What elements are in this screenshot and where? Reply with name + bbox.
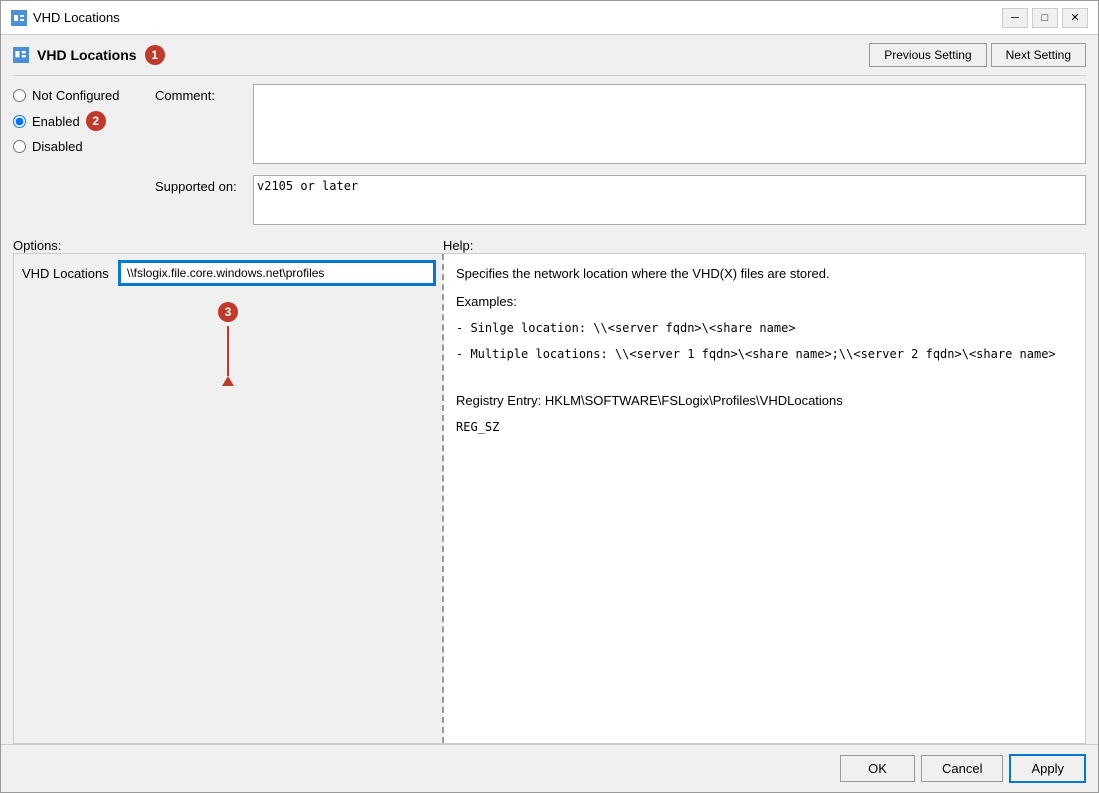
vhd-location-row: VHD Locations	[22, 262, 434, 284]
ok-button[interactable]: OK	[840, 755, 915, 782]
not-configured-radio[interactable]	[13, 89, 26, 102]
main-window: VHD Locations ─ □ ✕ VHD Locations	[0, 0, 1099, 793]
restore-button[interactable]: □	[1032, 8, 1058, 28]
annotation-container: 3	[22, 302, 434, 386]
help-description: Specifies the network location where the…	[456, 264, 1073, 284]
footer: OK Cancel Apply	[1, 744, 1098, 792]
enabled-option[interactable]: Enabled 2	[13, 111, 143, 131]
apply-button[interactable]: Apply	[1009, 754, 1086, 783]
not-configured-label: Not Configured	[32, 88, 119, 103]
panels-titles: Options: Help:	[13, 238, 1086, 253]
enabled-radio[interactable]	[13, 115, 26, 128]
help-example1: - Sinlge location: \\<server fqdn>\<shar…	[456, 319, 1073, 337]
supported-textarea	[253, 175, 1086, 225]
registry-path: HKLM\SOFTWARE\FSLogix\Profiles\VHDLocati…	[545, 393, 843, 408]
enabled-badge: 2	[86, 111, 106, 131]
help-examples-title: Examples:	[456, 292, 1073, 312]
header-title: VHD Locations	[37, 47, 137, 63]
disabled-radio[interactable]	[13, 140, 26, 153]
minimize-button[interactable]: ─	[1002, 8, 1028, 28]
main-panels: VHD Locations 3 Specifies the network lo…	[13, 253, 1086, 744]
comment-container	[253, 84, 1086, 167]
header-badge: 1	[145, 45, 165, 65]
next-setting-button[interactable]: Next Setting	[991, 43, 1086, 67]
help-registry: Registry Entry: HKLM\SOFTWARE\FSLogix\Pr…	[456, 391, 1073, 411]
help-example2: - Multiple locations: \\<server 1 fqdn>\…	[456, 345, 1073, 363]
comment-row: Comment:	[155, 84, 1086, 167]
not-configured-option[interactable]: Not Configured	[13, 88, 143, 103]
title-bar-controls: ─ □ ✕	[1002, 8, 1088, 28]
title-bar: VHD Locations ─ □ ✕	[1, 1, 1098, 35]
header-row: VHD Locations 1 Previous Setting Next Se…	[13, 43, 1086, 76]
supported-label: Supported on:	[155, 175, 245, 194]
disabled-option[interactable]: Disabled	[13, 139, 143, 154]
content-area: VHD Locations 1 Previous Setting Next Se…	[1, 35, 1098, 744]
arrow-annotation: 3	[218, 302, 238, 386]
supported-row: Supported on:	[155, 175, 1086, 228]
vhd-location-input[interactable]	[120, 262, 434, 284]
radio-group: Not Configured Enabled 2 Disabled	[13, 84, 143, 228]
help-panel: Specifies the network location where the…	[444, 254, 1085, 743]
comment-label: Comment:	[155, 84, 245, 103]
header-left: VHD Locations 1	[13, 45, 165, 65]
form-fields: Comment: Supported on:	[155, 84, 1086, 228]
supported-container	[253, 175, 1086, 228]
enabled-label: Enabled	[32, 114, 80, 129]
cancel-button[interactable]: Cancel	[921, 755, 1003, 782]
options-title-cell: Options:	[13, 238, 443, 253]
registry-label: Registry Entry:	[456, 393, 541, 408]
arrow-line	[227, 326, 229, 376]
vhd-location-label: VHD Locations	[22, 266, 112, 281]
header-buttons: Previous Setting Next Setting	[869, 43, 1086, 67]
title-bar-left: VHD Locations	[11, 10, 120, 26]
window-icon	[11, 10, 27, 26]
header-icon	[13, 47, 29, 63]
help-registry-type: REG_SZ	[456, 418, 1073, 436]
arrow-head	[222, 376, 234, 386]
previous-setting-button[interactable]: Previous Setting	[869, 43, 986, 67]
config-section: Not Configured Enabled 2 Disabled Commen…	[13, 84, 1086, 228]
vhd-badge: 3	[218, 302, 238, 322]
comment-textarea[interactable]	[253, 84, 1086, 164]
help-title-cell: Help:	[443, 238, 1086, 253]
window-title: VHD Locations	[33, 10, 120, 25]
disabled-label: Disabled	[32, 139, 83, 154]
options-panel: VHD Locations 3	[14, 254, 444, 743]
close-button[interactable]: ✕	[1062, 8, 1088, 28]
